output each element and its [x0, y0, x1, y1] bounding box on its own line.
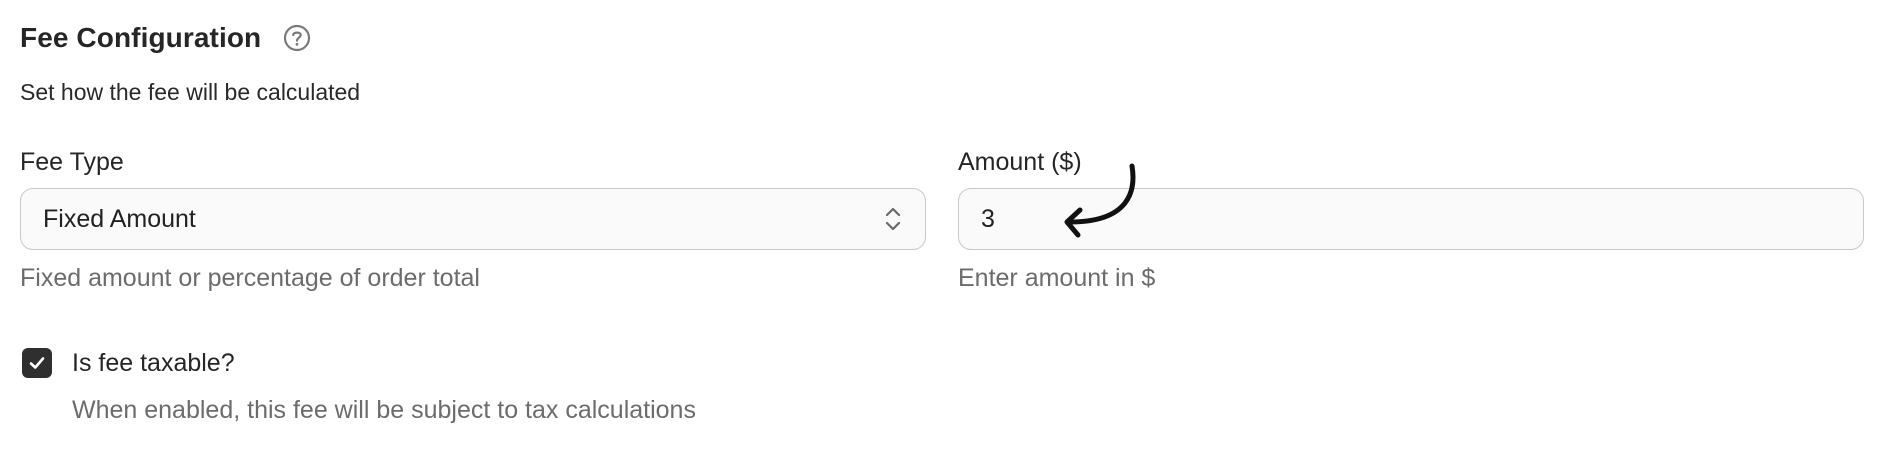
fee-type-selected-value: Fixed Amount — [43, 204, 196, 233]
amount-hint: Enter amount in $ — [958, 264, 1156, 292]
help-icon[interactable] — [283, 24, 311, 52]
taxable-hint: When enabled, this fee will be subject t… — [72, 396, 696, 424]
taxable-checkbox[interactable] — [22, 348, 52, 378]
curved-arrow-icon — [1064, 163, 1136, 238]
fee-type-select[interactable]: Fixed Amount — [20, 188, 926, 250]
chevron-up-down-icon — [883, 204, 903, 234]
fee-type-field: Fee Type Fixed Amount Fixed amount or pe… — [20, 147, 926, 293]
taxable-label: Is fee taxable? — [72, 348, 235, 377]
fee-type-hint: Fixed amount or percentage of order tota… — [20, 264, 480, 292]
section-subtitle: Set how the fee will be calculated — [20, 79, 361, 105]
section-title: Fee Configuration — [20, 22, 262, 53]
checkmark-icon — [29, 357, 45, 369]
fee-type-label: Fee Type — [20, 148, 124, 176]
section-header: Fee Configuration — [20, 22, 311, 54]
taxable-row[interactable]: Is fee taxable? — [22, 348, 235, 378]
